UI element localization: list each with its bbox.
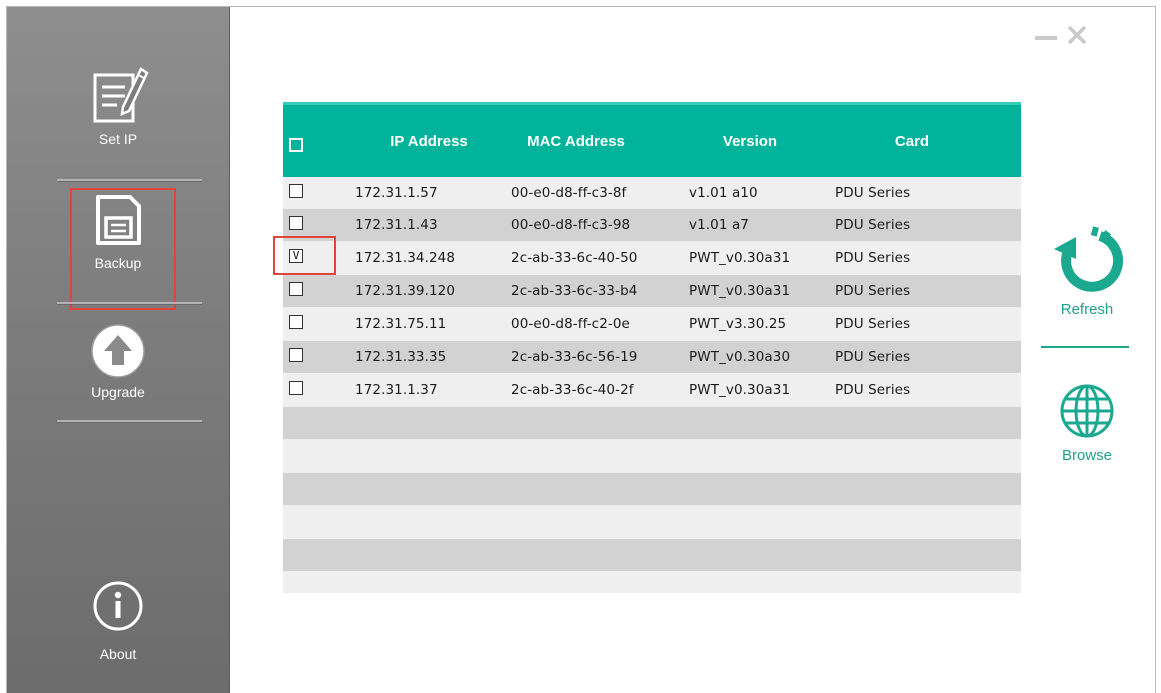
sidebar-item-label: About (99, 646, 137, 662)
close-icon[interactable] (1067, 25, 1087, 45)
sidebar-divider (57, 179, 202, 182)
cell-version: PWT_v0.30a30 (689, 349, 791, 365)
sidebar-divider (57, 420, 202, 423)
row-checkbox[interactable] (289, 348, 303, 362)
empty-row (283, 506, 1021, 538)
table-row[interactable]: 172.31.1.37 2c-ab-33-6c-40-2f PWT_v0.30a… (283, 374, 1021, 406)
sidebar-item-label: Upgrade (91, 384, 145, 400)
sidebar-divider (57, 302, 202, 305)
row-checkbox[interactable] (289, 216, 303, 230)
app-window: Set IP Backup Upgrade About IP Address M… (6, 6, 1156, 693)
cell-ip: 172.31.1.43 (355, 217, 438, 233)
cell-mac: 2c-ab-33-6c-33-b4 (511, 283, 638, 299)
cell-version: PWT_v0.30a31 (689, 382, 791, 398)
cell-ip: 172.31.33.35 (355, 349, 447, 365)
cell-card: PDU Series (835, 349, 911, 365)
sidebar-item-about[interactable]: About (7, 580, 229, 662)
cell-card: PDU Series (835, 250, 911, 266)
browse-button[interactable]: Browse (1037, 383, 1137, 464)
cell-version: v1.01 a10 (689, 185, 758, 201)
cell-mac: 00-e0-d8-ff-c3-8f (511, 185, 627, 201)
cell-mac: 00-e0-d8-ff-c3-98 (511, 217, 631, 233)
empty-row (283, 473, 1021, 505)
cell-mac: 00-e0-d8-ff-c2-0e (511, 316, 630, 332)
info-icon (93, 581, 143, 631)
empty-row (283, 407, 1021, 439)
table-row[interactable]: 172.31.33.35 2c-ab-33-6c-56-19 PWT_v0.30… (283, 341, 1021, 373)
refresh-button[interactable]: Refresh (1037, 219, 1137, 318)
table-row[interactable]: 172.31.1.43 00-e0-d8-ff-c3-98 v1.01 a7 P… (283, 209, 1021, 241)
device-table: IP Address MAC Address Version Card 172.… (283, 102, 1021, 593)
sidebar: Set IP Backup Upgrade About (7, 7, 230, 693)
cell-card: PDU Series (835, 283, 911, 299)
browse-label: Browse (1061, 447, 1113, 464)
checkbox-highlight (273, 236, 336, 275)
globe-icon (1060, 384, 1114, 438)
cell-ip: 172.31.1.57 (355, 185, 438, 201)
cell-version: PWT_v3.30.25 (689, 316, 787, 332)
cell-mac: 2c-ab-33-6c-40-50 (511, 250, 638, 266)
empty-row (283, 440, 1021, 472)
table-row[interactable]: V 172.31.34.248 2c-ab-33-6c-40-50 PWT_v0… (283, 242, 1021, 274)
cell-version: PWT_v0.30a31 (689, 250, 791, 266)
table-row[interactable]: 172.31.1.57 00-e0-d8-ff-c3-8f v1.01 a10 … (283, 177, 1021, 209)
table-row[interactable]: 172.31.75.11 00-e0-d8-ff-c2-0e PWT_v3.30… (283, 308, 1021, 340)
table-row[interactable]: 172.31.39.120 2c-ab-33-6c-33-b4 PWT_v0.3… (283, 275, 1021, 307)
cell-mac: 2c-ab-33-6c-40-2f (511, 382, 634, 398)
cell-ip: 172.31.75.11 (355, 316, 447, 332)
minimize-icon[interactable] (1035, 33, 1057, 43)
cell-card: PDU Series (835, 382, 911, 398)
cell-ip: 172.31.34.248 (355, 250, 456, 266)
row-checkbox[interactable] (289, 282, 303, 296)
refresh-label: Refresh (1060, 301, 1114, 318)
cell-version: PWT_v0.30a31 (689, 283, 791, 299)
refresh-icon (1054, 226, 1124, 292)
table-header: IP Address MAC Address Version Card (283, 102, 1021, 177)
row-checkbox[interactable] (289, 381, 303, 395)
cell-mac: 2c-ab-33-6c-56-19 (511, 349, 638, 365)
cell-ip: 172.31.1.37 (355, 382, 438, 398)
row-checkbox[interactable] (289, 184, 303, 198)
cell-ip: 172.31.39.120 (355, 283, 456, 299)
row-checkbox[interactable] (289, 315, 303, 329)
cell-version: v1.01 a7 (689, 217, 750, 233)
select-all-checkbox[interactable] (289, 138, 303, 152)
cell-card: PDU Series (835, 217, 911, 233)
empty-row (283, 539, 1021, 571)
upload-arrow-icon (91, 324, 145, 378)
action-divider (1041, 346, 1129, 348)
cell-card: PDU Series (835, 316, 911, 332)
sidebar-item-upgrade[interactable]: Upgrade (7, 322, 229, 400)
selection-highlight (70, 188, 176, 310)
column-header-mac[interactable]: MAC Address (511, 133, 641, 150)
column-header-version[interactable]: Version (695, 133, 805, 150)
sidebar-item-label: Set IP (98, 131, 138, 147)
empty-row (283, 572, 1021, 593)
column-header-card[interactable]: Card (857, 133, 967, 150)
column-header-ip[interactable]: IP Address (369, 133, 489, 150)
cell-card: PDU Series (835, 185, 911, 201)
edit-document-icon (93, 67, 149, 123)
sidebar-item-set-ip[interactable]: Set IP (7, 65, 229, 147)
